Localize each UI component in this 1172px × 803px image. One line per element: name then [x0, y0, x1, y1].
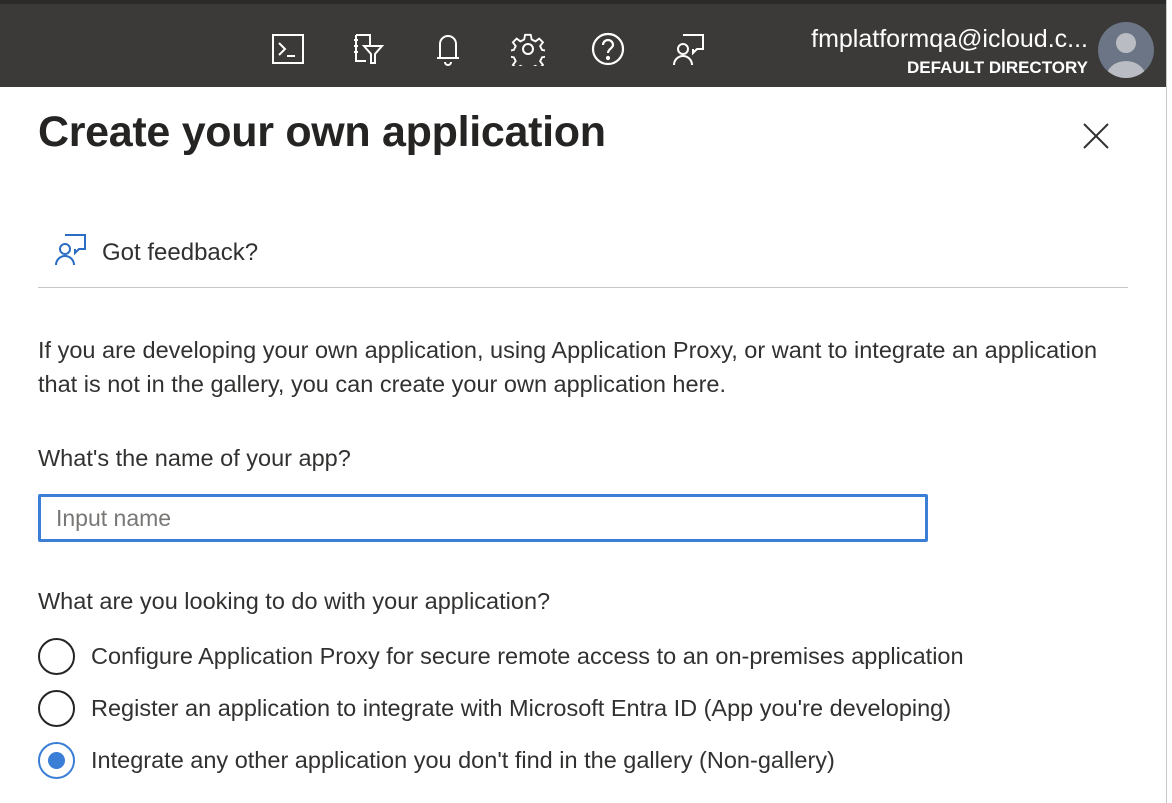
close-button[interactable] — [1080, 120, 1112, 152]
account-directory: DEFAULT DIRECTORY — [811, 58, 1088, 78]
avatar[interactable] — [1098, 22, 1154, 78]
notifications-bell-icon[interactable] — [431, 32, 465, 66]
app-name-label: What's the name of your app? — [38, 445, 351, 472]
close-icon — [1084, 124, 1108, 148]
account-info[interactable]: fmplatformqa@icloud.c... DEFAULT DIRECTO… — [811, 24, 1088, 78]
description: If you are developing your own applicati… — [38, 333, 1138, 401]
got-feedback-button[interactable]: Got feedback? — [52, 232, 258, 273]
radio-label: Configure Application Proxy for secure r… — [91, 643, 964, 670]
account-email: fmplatformqa@icloud.c... — [811, 24, 1088, 54]
settings-gear-icon[interactable] — [511, 32, 545, 66]
divider — [38, 287, 1128, 288]
page-title: Create your own application — [38, 108, 606, 157]
radio-button-selected[interactable] — [38, 742, 75, 779]
radio-label: Register an application to integrate wit… — [91, 695, 951, 722]
feedback-icon — [52, 232, 88, 273]
radio-option-register-app[interactable]: Register an application to integrate wit… — [38, 690, 951, 727]
radio-label: Integrate any other application you don'… — [91, 747, 835, 774]
radio-option-non-gallery[interactable]: Integrate any other application you don'… — [38, 742, 835, 779]
cloud-shell-icon[interactable] — [271, 32, 305, 66]
app-name-input[interactable] — [38, 494, 928, 542]
top-bar: fmplatformqa@icloud.c... DEFAULT DIRECTO… — [0, 0, 1172, 87]
purpose-label: What are you looking to do with your app… — [38, 588, 550, 615]
radio-button[interactable] — [38, 638, 75, 675]
scrollbar[interactable] — [1166, 0, 1172, 803]
feedback-icon[interactable] — [671, 32, 705, 66]
directory-filter-icon[interactable] — [351, 32, 385, 66]
radio-button[interactable] — [38, 690, 75, 727]
feedback-label: Got feedback? — [102, 239, 258, 267]
radio-option-app-proxy[interactable]: Configure Application Proxy for secure r… — [38, 638, 964, 675]
help-icon[interactable] — [591, 32, 625, 66]
